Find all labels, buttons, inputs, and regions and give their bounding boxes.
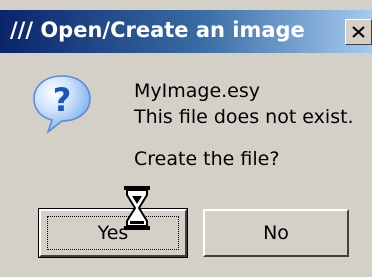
no-button-label: No [263, 222, 289, 244]
question-icon: ? [33, 75, 91, 135]
create-question-text: Create the file? [134, 148, 280, 170]
dialog-window: /// Open/Create an image ? MyImage.esy T… [0, 0, 372, 277]
svg-text:?: ? [53, 81, 72, 119]
window-title: /// Open/Create an image [10, 18, 305, 42]
close-button[interactable] [345, 19, 372, 45]
yes-button[interactable]: Yes [38, 208, 188, 258]
close-icon [352, 26, 365, 38]
file-name-text: MyImage.esy [134, 80, 261, 102]
title-bar[interactable]: /// Open/Create an image [0, 10, 372, 53]
no-button[interactable]: No [203, 209, 349, 257]
file-missing-message: This file does not exist. [134, 106, 354, 128]
hourglass-icon [124, 186, 150, 230]
